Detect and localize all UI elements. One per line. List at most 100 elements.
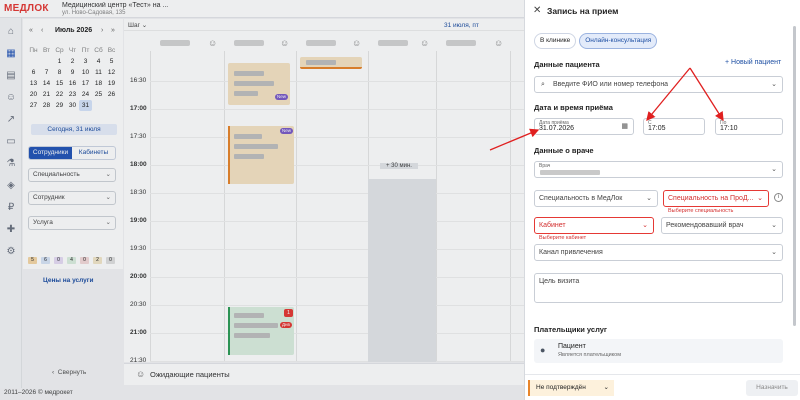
doctor-column-header[interactable]: ☺ — [150, 37, 224, 51]
calendar-day[interactable]: 8 — [53, 67, 66, 78]
calendar-day[interactable]: 4 — [92, 56, 105, 67]
double-chevron-right-icon[interactable]: » — [111, 27, 115, 34]
status-chip[interactable]: 0 — [80, 257, 89, 264]
room-select[interactable]: Кабинет ⌄ — [534, 217, 654, 234]
appointment-card[interactable]: New — [228, 126, 294, 184]
referring-doctor-select[interactable]: Рекомендовавший врач ⌄ — [661, 217, 783, 234]
collapse-sidebar[interactable]: ‹ Свернуть — [52, 369, 86, 376]
appointment-card[interactable]: 1 Днв — [228, 307, 294, 355]
chart-icon[interactable]: ↗ — [5, 114, 17, 126]
seg-rooms[interactable]: Кабинеты — [72, 147, 115, 159]
calendar-day[interactable]: 11 — [92, 67, 105, 78]
time-to-field[interactable]: По 17:10 — [715, 118, 783, 135]
calendar-day[interactable]: 2 — [66, 56, 79, 67]
calendar-icon[interactable]: ▦ — [621, 122, 628, 130]
tab-in-clinic[interactable]: В клинике — [534, 33, 577, 49]
status-dropdown[interactable]: Не подтверждён ⌄ — [528, 380, 614, 396]
status-chip[interactable]: 0 — [54, 257, 63, 264]
specialty-medlok-select[interactable]: Специальность в МедЛок ⌄ — [534, 190, 658, 207]
calendar-day[interactable]: 25 — [92, 89, 105, 100]
ruble-icon[interactable]: ₽ — [5, 202, 17, 214]
calendar-day[interactable]: 24 — [79, 89, 92, 100]
calendar-day[interactable]: 3 — [79, 56, 92, 67]
prices-button[interactable]: Цены на услуги — [43, 277, 94, 284]
waiting-patients-bar[interactable]: ☺ Ожидающие пациенты — [124, 363, 524, 385]
seg-employees[interactable]: Сотрудники — [29, 147, 72, 159]
appointment-card[interactable]: New — [228, 63, 290, 105]
calendar-day[interactable]: 13 — [27, 78, 40, 89]
document-icon[interactable]: ▤ — [5, 70, 17, 82]
today-button[interactable]: Сегодня, 31 июля — [31, 124, 117, 135]
calendar-day[interactable]: 5 — [105, 56, 118, 67]
status-chip[interactable]: 0 — [106, 257, 115, 264]
calendar-day[interactable]: 31 — [79, 100, 92, 111]
calendar-day[interactable]: 12 — [105, 67, 118, 78]
specialty-filter[interactable]: Специальность ⌄ — [28, 168, 116, 182]
double-chevron-left-icon[interactable]: « — [29, 27, 33, 34]
calendar-day[interactable]: 20 — [27, 89, 40, 100]
calendar-day[interactable]: 14 — [40, 78, 53, 89]
box-icon[interactable]: ◈ — [5, 180, 17, 192]
gear-icon[interactable]: ⚙ — [5, 246, 17, 258]
calendar-day[interactable]: 15 — [53, 78, 66, 89]
calendar-day[interactable]: 9 — [66, 67, 79, 78]
info-icon[interactable]: i — [774, 193, 783, 202]
wallet-icon[interactable]: ▭ — [5, 136, 17, 148]
calendar-month[interactable]: Июль 2026 — [55, 27, 92, 34]
puzzle-icon[interactable]: ✚ — [5, 224, 17, 236]
chevron-left-icon[interactable]: ‹ — [41, 27, 43, 34]
channel-select[interactable]: Канал привлечения ⌄ — [534, 244, 783, 261]
status-chip[interactable]: 5 — [28, 257, 37, 264]
calendar-day[interactable]: 21 — [40, 89, 53, 100]
calendar-day[interactable]: 18 — [92, 78, 105, 89]
calendar-icon[interactable]: ▦ — [5, 48, 17, 60]
calendar-day[interactable]: 28 — [40, 100, 53, 111]
service-filter-label: Услуга — [33, 219, 53, 226]
close-icon[interactable]: ✕ — [533, 5, 541, 16]
status-chip[interactable]: 2 — [93, 257, 102, 264]
payer-card[interactable]: ● Пациент Является плательщиком — [534, 339, 783, 363]
calendar-day[interactable]: 10 — [79, 67, 92, 78]
employee-filter[interactable]: Сотрудник ⌄ — [28, 191, 116, 205]
doctor-column-header[interactable]: ☺ — [296, 37, 368, 51]
calendar-day[interactable]: 26 — [105, 89, 118, 100]
appointment-card[interactable] — [300, 57, 362, 69]
status-chip[interactable]: 6 — [41, 257, 50, 264]
calendar-day[interactable]: 1 — [53, 56, 66, 67]
service-filter[interactable]: Услуга ⌄ — [28, 216, 116, 230]
calendar-day[interactable]: 16 — [66, 78, 79, 89]
calendar-day[interactable]: 22 — [53, 89, 66, 100]
assign-button[interactable]: Назначить — [746, 380, 798, 396]
medlok-logo[interactable]: МЕДЛОК — [4, 3, 49, 14]
patient-search-input[interactable]: ⌕ Введите ФИО или номер телефона ⌄ — [534, 76, 783, 93]
status-chip[interactable]: 4 — [67, 257, 76, 264]
calendar-day[interactable]: 30 — [66, 100, 79, 111]
time-from-field[interactable]: С 17:05 — [643, 118, 705, 135]
slot-extension[interactable]: + 30 мин. — [380, 163, 418, 169]
doctor-select[interactable]: Врач ⌄ — [534, 161, 783, 178]
modal-scrollbar[interactable] — [793, 26, 796, 326]
calendar-day[interactable]: 27 — [27, 100, 40, 111]
calendar-day[interactable]: 19 — [105, 78, 118, 89]
step-selector[interactable]: Шаг ⌄ — [128, 21, 147, 29]
calendar-day[interactable]: 29 — [53, 100, 66, 111]
users-icon[interactable]: ☺ — [5, 92, 17, 104]
new-patient-link[interactable]: + Новый пациент — [725, 59, 781, 66]
home-icon[interactable]: ⌂ — [5, 26, 17, 38]
visit-goal-textarea[interactable]: Цель визита — [534, 273, 783, 303]
unavailable-block — [368, 179, 436, 362]
calendar-day[interactable]: 17 — [79, 78, 92, 89]
doctor-column-header[interactable]: ☺ — [224, 37, 296, 51]
doctor-column-header[interactable]: ☺ — [368, 37, 436, 51]
chevron-right-icon[interactable]: › — [101, 27, 103, 34]
calendar-day[interactable]: 23 — [66, 89, 79, 100]
schedule-date[interactable]: 31 июля, пт — [444, 22, 479, 29]
calendar-day[interactable]: 7 — [40, 67, 53, 78]
tab-online[interactable]: Онлайн-консультация — [579, 33, 658, 49]
flask-icon[interactable]: ⚗ — [5, 158, 17, 170]
clinic-name[interactable]: Медицинский центр «Тест» на ... — [62, 2, 172, 9]
date-field[interactable]: Дата приёма 31.07.2026 ▦ — [534, 118, 634, 135]
calendar-day[interactable]: 6 — [27, 67, 40, 78]
doctor-column-header[interactable]: ☺ — [436, 37, 510, 51]
specialty-prodoctors-select[interactable]: Специальность на ПроД... ⌄ — [663, 190, 769, 207]
